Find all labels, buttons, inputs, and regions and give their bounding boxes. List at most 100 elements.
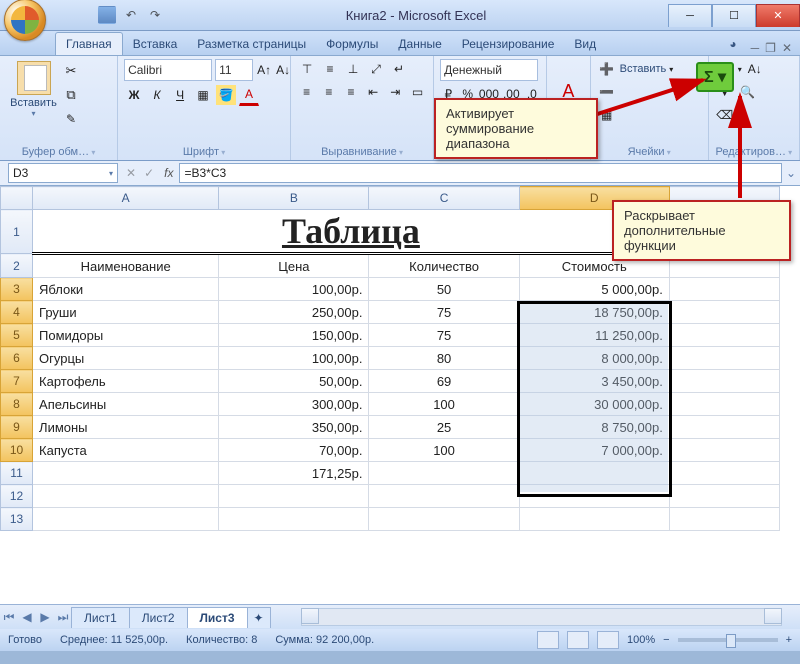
tab-view[interactable]: Вид [564, 33, 606, 55]
horizontal-scrollbar[interactable] [301, 608, 782, 626]
select-all-corner[interactable] [1, 187, 33, 210]
copy-icon[interactable] [61, 85, 81, 105]
expand-formula-icon[interactable]: ⌄ [782, 166, 800, 180]
tab-home[interactable]: Главная [55, 32, 123, 55]
window-title: Книга2 - Microsoft Excel [164, 8, 668, 23]
doc-close-icon[interactable]: ✕ [782, 41, 792, 55]
row-9[interactable]: 9 [1, 416, 33, 439]
doc-restore-icon[interactable]: ❐ [765, 41, 776, 55]
close-button[interactable]: ✕ [756, 4, 800, 27]
row-4[interactable]: 4 [1, 301, 33, 324]
callout-dropdown: Раскрывает дополнительные функции [612, 200, 791, 261]
sheet-nav-first-icon[interactable]: ⏮ [0, 610, 18, 625]
font-size-select[interactable] [215, 59, 253, 81]
zoom-out-icon[interactable]: − [663, 634, 669, 646]
tab-data[interactable]: Данные [388, 33, 451, 55]
name-box[interactable]: D3▾ [8, 163, 118, 183]
align-left-icon[interactable]: ≡ [297, 82, 316, 102]
paste-button[interactable]: Вставить ▾ [6, 59, 61, 129]
view-normal-icon[interactable] [537, 631, 559, 649]
row-11[interactable]: 11 [1, 462, 33, 485]
align-top-icon[interactable]: ⊤ [297, 59, 317, 79]
increase-font-icon[interactable]: A↑ [256, 60, 272, 80]
bold-icon[interactable]: Ж [124, 85, 144, 105]
row-2[interactable]: 2 [1, 254, 33, 278]
format-painter-icon[interactable] [61, 109, 81, 129]
row-6[interactable]: 6 [1, 347, 33, 370]
group-font: A↑ A↓ Ж К Ч ▦ 🪣 A Шрифт [118, 56, 291, 160]
tab-formulas[interactable]: Формулы [316, 33, 388, 55]
formula-bar: D3▾ ✕ ✓ fx =B3*C3 ⌄ [0, 161, 800, 186]
row-5[interactable]: 5 [1, 324, 33, 347]
underline-icon[interactable]: Ч [170, 85, 190, 105]
align-middle-icon[interactable]: ≡ [320, 59, 340, 79]
status-count: Количество: 8 [186, 634, 257, 646]
sheet-nav-prev-icon[interactable]: ◀ [18, 610, 36, 624]
zoom-slider[interactable] [678, 638, 778, 642]
sheet-nav-next-icon[interactable]: ▶ [36, 610, 54, 624]
italic-icon[interactable]: К [147, 85, 167, 105]
zoom-in-icon[interactable]: + [786, 634, 792, 646]
formula-input[interactable]: =B3*C3 [179, 163, 782, 183]
indent-inc-icon[interactable]: ⇥ [386, 82, 405, 102]
orientation-icon[interactable]: ⤢ [366, 59, 386, 79]
indent-dec-icon[interactable]: ⇤ [364, 82, 383, 102]
cut-icon[interactable] [61, 61, 81, 81]
help-icon[interactable]: ◕ [719, 33, 746, 55]
undo-icon[interactable] [122, 6, 140, 24]
view-layout-icon[interactable] [567, 631, 589, 649]
align-center-icon[interactable]: ≡ [319, 82, 338, 102]
decrease-font-icon[interactable]: A↓ [275, 60, 291, 80]
title-cell[interactable]: Таблица [33, 210, 670, 254]
arrow-to-dropdown [720, 90, 760, 205]
minimize-button[interactable]: ─ [668, 4, 712, 27]
border-icon[interactable]: ▦ [193, 85, 213, 105]
font-color-icon[interactable]: A [239, 84, 259, 106]
row-3[interactable]: 3 [1, 278, 33, 301]
sheet-tab-bar: ⏮ ◀ ▶ ⏭ Лист1 Лист2 Лист3 ✦ [0, 604, 800, 629]
align-bottom-icon[interactable]: ⊥ [343, 59, 363, 79]
enter-formula-icon[interactable]: ✓ [140, 166, 158, 180]
status-average: Среднее: 11 525,00р. [60, 634, 168, 646]
paste-icon [17, 61, 51, 95]
cancel-formula-icon[interactable]: ✕ [122, 166, 140, 180]
status-ready: Готово [8, 634, 42, 646]
sort-icon[interactable]: A↓ [745, 59, 765, 79]
zoom-label: 100% [627, 634, 655, 646]
row-8[interactable]: 8 [1, 393, 33, 416]
group-clipboard: Вставить ▾ Буфер обм… [0, 56, 118, 160]
number-format-select[interactable] [440, 59, 538, 81]
sheet-tab-3[interactable]: Лист3 [187, 607, 248, 628]
view-break-icon[interactable] [597, 631, 619, 649]
sheet-nav-last-icon[interactable]: ⏭ [54, 610, 72, 625]
row-12[interactable]: 12 [1, 485, 33, 508]
quick-access-toolbar [98, 6, 164, 24]
col-B[interactable]: B [219, 187, 369, 210]
row-10[interactable]: 10 [1, 439, 33, 462]
col-C[interactable]: C [369, 187, 519, 210]
row-1[interactable]: 1 [1, 210, 33, 254]
row-7[interactable]: 7 [1, 370, 33, 393]
doc-minimize-icon[interactable]: ─ [751, 41, 760, 55]
title-bar: Книга2 - Microsoft Excel ─ ☐ ✕ [0, 0, 800, 31]
new-sheet-icon[interactable]: ✦ [247, 607, 271, 628]
redo-icon[interactable] [146, 6, 164, 24]
align-right-icon[interactable]: ≡ [341, 82, 360, 102]
fx-icon[interactable]: fx [164, 166, 173, 180]
office-button[interactable] [4, 0, 46, 41]
group-alignment: ⊤ ≡ ⊥ ⤢ ↵ ≡ ≡ ≡ ⇤ ⇥ ▭ Выравнивание [291, 56, 434, 160]
merge-icon[interactable]: ▭ [408, 82, 427, 102]
callout-sum: Активирует суммирование диапазона [434, 98, 598, 159]
font-family-select[interactable] [124, 59, 212, 81]
tab-review[interactable]: Рецензирование [452, 33, 565, 55]
maximize-button[interactable]: ☐ [712, 4, 756, 27]
tab-pagelayout[interactable]: Разметка страницы [187, 33, 316, 55]
fill-color-icon[interactable]: 🪣 [216, 85, 236, 105]
save-icon[interactable] [98, 6, 116, 24]
col-A[interactable]: A [33, 187, 219, 210]
sheet-tab-1[interactable]: Лист1 [71, 607, 130, 628]
wrap-text-icon[interactable]: ↵ [389, 59, 409, 79]
tab-insert[interactable]: Вставка [123, 33, 188, 55]
sheet-tab-2[interactable]: Лист2 [129, 607, 188, 628]
row-13[interactable]: 13 [1, 508, 33, 531]
